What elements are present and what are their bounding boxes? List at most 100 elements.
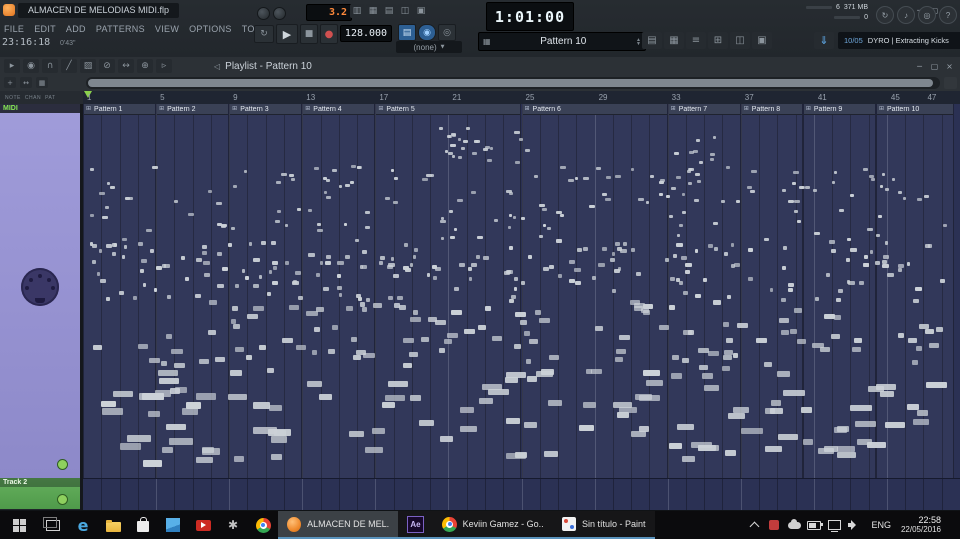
link-icon[interactable]: ◉: [418, 24, 436, 41]
tempo-display[interactable]: 128.000: [340, 25, 392, 42]
grid-icon[interactable]: ▦: [664, 32, 684, 49]
midi-note: [851, 346, 862, 352]
elapsed-time: 0'43": [60, 40, 76, 47]
tray-battery[interactable]: [807, 520, 824, 530]
taskbar-task-paint[interactable]: Sin título - Paint: [553, 511, 655, 539]
volume-icon: [848, 520, 860, 530]
window-minimize-icon[interactable]: ─: [913, 60, 926, 72]
tool-pencil-icon[interactable]: ╱: [61, 59, 77, 73]
tool-magnet-icon[interactable]: ∩: [42, 59, 58, 73]
taskbar-task-after-effects[interactable]: Ae: [398, 511, 433, 539]
midi-note: [606, 176, 611, 179]
mini-slip-icon[interactable]: ↔: [20, 77, 32, 88]
grid-icon[interactable]: ▦: [366, 4, 380, 18]
midi-note: [380, 256, 385, 261]
square-icon[interactable]: ▣: [414, 4, 428, 18]
menu-item-view[interactable]: VIEW: [155, 24, 179, 34]
taskbar-pinned-youtube[interactable]: [188, 511, 218, 539]
tray-cloud[interactable]: [787, 518, 801, 529]
pan-knob[interactable]: [257, 7, 270, 20]
tool-brush-icon[interactable]: ▨: [80, 59, 96, 73]
midi-note: [709, 158, 715, 162]
task-view-icon: [43, 516, 60, 531]
window-restore-icon[interactable]: ▢: [928, 60, 941, 72]
start-button[interactable]: [0, 511, 38, 539]
taskbar-pinned-photos[interactable]: [158, 511, 188, 539]
menu-item-file[interactable]: FILE: [4, 24, 24, 34]
tool-arrow-right-icon[interactable]: ▸: [4, 59, 20, 73]
taskbar-pinned-edge[interactable]: e: [68, 511, 98, 539]
midi-note: [549, 354, 559, 360]
track-plate-track2[interactable]: Track 2: [0, 478, 80, 509]
help-icon[interactable]: ?: [939, 6, 957, 24]
loop-record-icon[interactable]: ↻: [254, 25, 274, 43]
midi-note: [854, 338, 862, 344]
board-icon[interactable]: ▤: [642, 32, 662, 49]
taskbar-pinned-task-view[interactable]: [38, 511, 68, 539]
download-icon[interactable]: ⇓: [814, 32, 834, 49]
taskbar-clock[interactable]: 22:58 22/05/2016: [901, 515, 945, 535]
midi-note: [555, 210, 562, 214]
tray-volume[interactable]: [847, 520, 861, 530]
midi-note: [196, 257, 203, 262]
menu-item-options[interactable]: OPTIONS: [189, 24, 232, 34]
timeline-ruler[interactable]: 1 5 9 13 17 21 25 29 33 37 41 45 47: [83, 91, 960, 104]
mini-add-icon[interactable]: +: [4, 77, 16, 88]
list-icon[interactable]: ≡: [686, 32, 706, 49]
pattern-selector[interactable]: ▦ Pattern 10 ▲ ▼: [478, 32, 646, 51]
menu-item-patterns[interactable]: PATTERNS: [96, 24, 145, 34]
menu-item-edit[interactable]: EDIT: [34, 24, 56, 34]
tool-delete-icon[interactable]: ⊘: [99, 59, 115, 73]
midi-note: [97, 272, 101, 277]
track-plate-midi[interactable]: MIDI: [0, 104, 80, 478]
menu-item-add[interactable]: ADD: [66, 24, 86, 34]
record-button[interactable]: ●: [320, 24, 338, 44]
midi-note: [221, 266, 228, 271]
tool-playback-icon[interactable]: ▹: [156, 59, 172, 73]
tray-chevron-up[interactable]: [747, 521, 761, 531]
typing-keyboard-icon[interactable]: ▤: [398, 24, 416, 41]
taskbar-task-fl-studio[interactable]: ALMACEN DE MEL...: [278, 511, 398, 539]
picker-icon[interactable]: ◫: [398, 4, 412, 18]
window-close-icon[interactable]: ×: [943, 60, 956, 72]
midi-note: [485, 306, 491, 312]
track-status-icon[interactable]: [57, 494, 68, 505]
midi-note: [668, 305, 675, 310]
pattern-spinner[interactable]: ▲ ▼: [636, 37, 641, 46]
tray-radeon[interactable]: [767, 520, 781, 530]
midi-note: [413, 255, 417, 260]
track-status-icon[interactable]: [57, 459, 68, 470]
square-icon[interactable]: ▣: [752, 32, 772, 49]
tool-zoom-icon[interactable]: ⊕: [137, 59, 153, 73]
midi-note: [782, 245, 787, 250]
meter-icon[interactable]: ▥: [350, 4, 364, 18]
midi-note: [234, 456, 245, 463]
tool-slip-icon[interactable]: ↔: [118, 59, 134, 73]
target-icon[interactable]: ◎: [918, 6, 936, 24]
taskbar-pinned-store[interactable]: [128, 511, 158, 539]
note-icon[interactable]: ♪: [897, 6, 915, 24]
tool-record-icon[interactable]: ◉: [23, 59, 39, 73]
picker-icon[interactable]: ◫: [730, 32, 750, 49]
taskbar-pinned-settings[interactable]: ✱: [218, 511, 248, 539]
tray-network[interactable]: [827, 520, 841, 532]
metronome-icon[interactable]: ◎: [438, 24, 456, 41]
store-icon: [137, 517, 149, 532]
refresh-icon[interactable]: ↻: [876, 6, 894, 24]
horizontal-scrollbar[interactable]: [86, 77, 940, 89]
scrollbar-end-button[interactable]: [944, 77, 957, 89]
pattern-block-icon[interactable]: ⊞: [708, 32, 728, 49]
taskbar-task-chrome[interactable]: Keviin Gamez - Go...: [433, 511, 553, 539]
mini-grid-icon[interactable]: ▦: [36, 77, 48, 88]
language-indicator[interactable]: ENG: [868, 520, 894, 530]
board-icon[interactable]: ▤: [382, 4, 396, 18]
playlist-grid[interactable]: ⊞ Pattern 1 ⊞ Pattern 2 ⊞ Pattern 3 ⊞ Pattern 4…: [83, 104, 960, 510]
taskbar-pinned-chrome[interactable]: [248, 511, 278, 539]
taskbar-pinned-file-explorer[interactable]: [98, 511, 128, 539]
play-button[interactable]: ▶: [276, 24, 298, 44]
midi-note: [573, 268, 581, 273]
controller-selector[interactable]: (none) ▼: [396, 41, 462, 53]
scrollbar-thumb[interactable]: [88, 79, 933, 87]
stop-button[interactable]: ■: [300, 24, 318, 44]
volume-knob[interactable]: [273, 7, 286, 20]
